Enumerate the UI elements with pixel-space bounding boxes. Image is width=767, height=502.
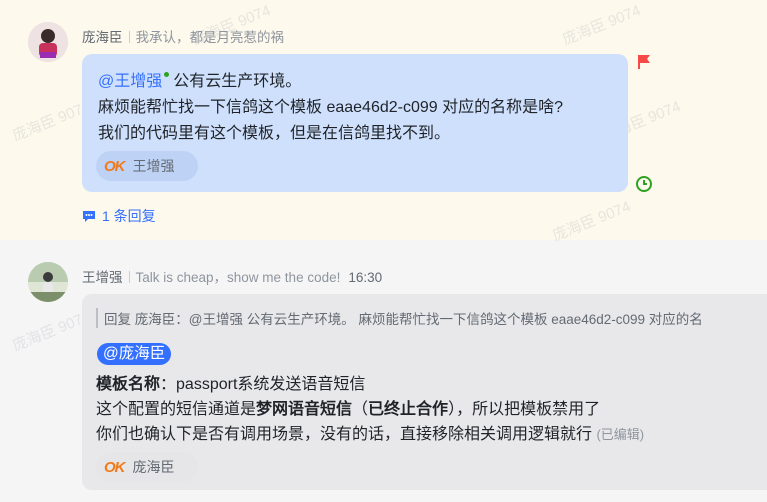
flag-icon[interactable] [636,54,652,70]
message-line: 你们也确认下是否有调用场景，没有的话，直接移除相关调用逻辑就行 (已编辑) [96,420,644,444]
reaction-user: 庞海臣 [132,459,175,475]
signature: 我承认，都是月亮惹的祸 [135,30,285,45]
message-text: ），所以把模板禁用了 [448,401,601,418]
online-status-icon [164,72,170,77]
field-value: ：passport系统发送语音短信 [160,376,366,393]
thread-count: 1 条回复 [102,208,156,224]
message-text: 你们也确认下是否有调用场景，没有的话，直接移除相关调用逻辑就行 [96,426,593,443]
bold-text: 梦网语音短信 [256,401,353,418]
ok-emoji-icon: OK [104,157,125,175]
message-line: 这个配置的短信通道是梦网语音短信（已终止合作），所以把模板禁用了 [96,395,600,419]
reaction-chip[interactable]: OK 庞海臣 [96,452,198,482]
signature: Talk is cheap，show me the code! [135,270,341,285]
reaction-chip[interactable]: OK 王增强 [96,151,198,181]
message-text: 这个配置的短信通道是 [96,401,257,418]
message-text: 公有云生产环境。 [173,73,302,90]
message-text: 麻烦能帮忙找一下信鸽这个模板 eaae46d2-c099 对应的名称是啥? [98,99,564,116]
divider [128,271,130,283]
thread-replies-link[interactable]: 1 条回复 [82,206,156,226]
message-meta: 王增强 Talk is cheap，show me the code! 16:30 [82,266,382,286]
message-meta: 庞海臣 我承认，都是月亮惹的祸 [82,26,284,46]
mention[interactable]: @庞海臣 [97,343,172,365]
ok-emoji-icon: OK [104,458,125,476]
message-text: （ [352,401,369,418]
divider [128,31,130,43]
avatar-image [28,262,68,302]
avatar-image [28,22,68,62]
reply-bubble-icon [83,210,95,222]
sender-name[interactable]: 庞海臣 [82,30,123,45]
timestamp: 16:30 [348,270,383,285]
bold-text: 已终止合作 [368,401,449,418]
avatar[interactable] [28,262,68,302]
edited-label: (已编辑) [596,427,645,442]
field-label: 模板名称 [96,376,161,393]
reply-quote[interactable]: 回复 庞海臣：@王增强 公有云生产环境。 麻烦能帮忙找一下信鸽这个模板 eaae… [96,308,767,328]
mention[interactable]: @王增强 [98,73,162,90]
message-line: 模板名称：passport系统发送语音短信 [96,370,365,394]
clock-icon[interactable] [635,175,653,193]
reaction-user: 王增强 [132,158,175,174]
avatar[interactable] [28,22,68,62]
message-line: @王增强 公有云生产环境。 [98,67,301,91]
sender-name[interactable]: 王增强 [82,270,123,285]
message-text: 我们的代码里有这个模板，但是在信鸽里找不到。 [98,125,451,142]
